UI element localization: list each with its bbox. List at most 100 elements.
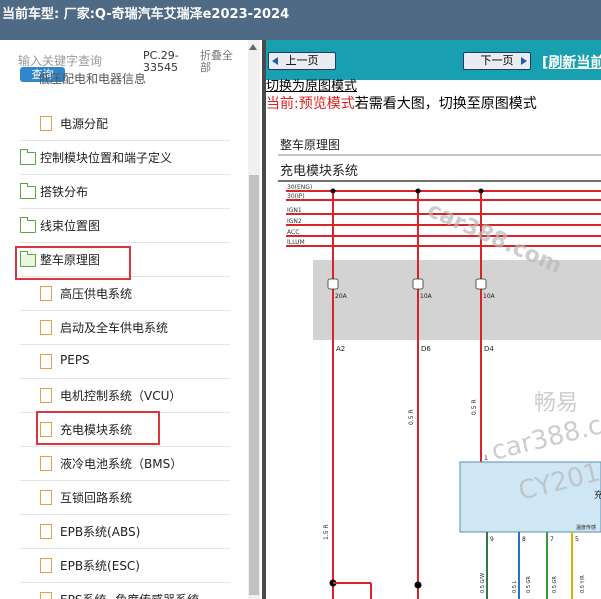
file-icon [40,558,52,573]
watermark: 畅易 [534,391,578,416]
viewer-panel: 上一页 下一页 [刷新当前 切换为原图模式 当前:预览模式若需看大图，切换至原图… [266,40,601,599]
highlight-box [36,411,160,445]
next-page-button[interactable]: 下一页 [463,52,531,70]
tree-item-harness-location[interactable]: 线束位置图 [0,209,230,243]
tree-item-label: 电源分配 [60,117,109,131]
wire-gauge-label: 0.5 Y/R [580,575,586,593]
tree-item-label: 互锁回路系统 [60,491,133,505]
tree-item-epb-esc[interactable]: EPB系统(ESC) [0,549,230,583]
file-icon [40,354,52,369]
connector-label: D6 [421,345,431,353]
tree-item-label: 高压供电系统 [60,287,133,301]
junction-dot [330,188,336,194]
rail-label: IGN2 [287,218,302,225]
junction-dot [415,188,421,194]
tree-item-label: 电机控制系统（VCU） [60,389,182,403]
tree-item-hv-supply[interactable]: 高压供电系统 [0,277,230,311]
file-icon [40,116,52,131]
tree-item-interlock[interactable]: 互锁回路系统 [0,481,230,515]
tree-item-label: EPB系统(ESC) [60,559,140,573]
fuse-rating: 10A [420,293,433,300]
junction-dot [478,188,484,194]
folder-icon [20,149,36,165]
tree-item-peps[interactable]: PEPS [0,345,230,379]
file-icon [40,320,52,335]
pin-number: 1 [484,455,488,462]
mode-current-label: 当前: [266,96,299,112]
tree-item-ground[interactable]: 搭铁分布 [0,175,230,209]
wire-gauge-label: 0.5 GR [526,576,532,593]
mode-hint: 若需看大图，切换至原图模式 [354,96,537,112]
tree-item-module-location[interactable]: 控制模块位置和端子定义 [0,141,230,175]
tree-item-label: EPS系统--角度传感器系统 [60,591,199,599]
tree-item-label: 搭铁分布 [40,185,89,199]
next-page-label: 下一页 [480,54,514,67]
junction-dot [414,581,422,589]
rail-label: ACC [287,229,299,236]
wire-gauge-label: 0.5 G/W [480,573,486,593]
tree-item-label: EPB系统(ABS) [60,525,141,539]
tree-item-bms[interactable]: 液冷电池系统（BMS） [0,447,230,481]
rail-label: 30(IP) [287,193,305,200]
tree-item-label: 线束位置图 [40,219,101,233]
file-icon [40,592,52,599]
tree-item-epb-abs[interactable]: EPB系统(ABS) [0,515,230,549]
module-label: 充 [594,489,601,501]
arrow-right-icon [521,57,527,65]
connector-label: D4 [484,345,494,353]
diagram-subheading: 充电模块系统 [280,163,358,179]
mode-status-line: 当前:预览模式若需看大图，切换至原图模式 [266,93,537,113]
prev-page-label: 上一页 [285,54,319,67]
module-sub-label: 温度传感 [576,524,596,531]
window-title: 当前车型: 厂家:Q-奇瑞汽车艾瑞泽e2023-2024 [2,7,290,22]
wire-gauge-label: 1.5 R [323,524,330,540]
rail-label: IGN1 [287,207,302,214]
pin-number: 5 [575,536,579,543]
sidebar-scrollbar[interactable] [248,40,260,599]
file-icon [40,286,52,301]
highlight-box [15,246,131,280]
connector-label: A2 [336,345,345,353]
tree-item-label: 控制模块位置和端子定义 [40,151,173,165]
folder-icon [20,217,36,233]
rail-label: 30(ENG) [287,184,312,191]
fuse-rating: 10A [483,293,496,300]
wire-gauge-label: 0.5 GR [552,576,558,593]
refresh-link[interactable]: [刷新当前 [542,52,601,72]
folder-icon [20,183,36,199]
fuse-rating: 20A [335,293,348,300]
tree-item-partial[interactable]: 低压配电和电器信息 [0,72,230,110]
scroll-up-arrow-icon[interactable] [249,44,257,50]
file-icon [40,388,52,403]
tree-item-start-supply[interactable]: 启动及全车供电系统 [0,311,230,345]
tree-item-power-distribution[interactable]: 电源分配 [0,107,230,141]
tree-item-vcu[interactable]: 电机控制系统（VCU） [0,379,230,413]
scrollbar-thumb[interactable] [249,175,259,595]
watermark: car388.c [488,410,601,466]
prev-page-button[interactable]: 上一页 [268,52,336,70]
viewer-nav-bar: 上一页 下一页 [刷新当前 [266,40,601,80]
pin-number: 7 [550,536,554,543]
switch-original-mode-link[interactable]: 切换为原图模式 [266,75,357,94]
sidebar: 查询 PC.29-33545 折叠全部 低压配电和电器信息 电源分配 控制模块位… [0,40,262,599]
rail-label: ILLUM [287,239,305,246]
tree-item-label: 低压配电和电器信息 [38,72,147,86]
title-bar: 当前车型: 厂家:Q-奇瑞汽车艾瑞泽e2023-2024 [0,0,601,40]
file-icon [40,456,52,471]
wiring-diagram: 整车原理图 充电模块系统 30(ENG) 30(IP) IGN1 IGN2 AC… [278,137,601,599]
wire-gauge-label: 0.5 R [408,409,415,425]
diagram-heading: 整车原理图 [280,137,340,152]
file-icon [40,490,52,505]
collapse-all-button[interactable]: 折叠全部 [200,50,240,74]
arrow-left-icon [272,57,278,65]
tree-item-label: 液冷电池系统（BMS） [60,457,183,471]
tree-item-label: PEPS [60,353,90,367]
pin-number: 8 [522,536,526,543]
wire-gauge-label: 0.5 L [512,580,518,593]
tree-item-eps-angle[interactable]: EPS系统--角度传感器系统 [0,583,230,599]
file-icon [40,524,52,539]
mode-value: 预览模式 [298,96,355,112]
wire-gauge-label: 0.5 R [471,399,478,415]
pin-number: 9 [490,536,494,543]
tree-item-label: 启动及全车供电系统 [60,321,169,335]
